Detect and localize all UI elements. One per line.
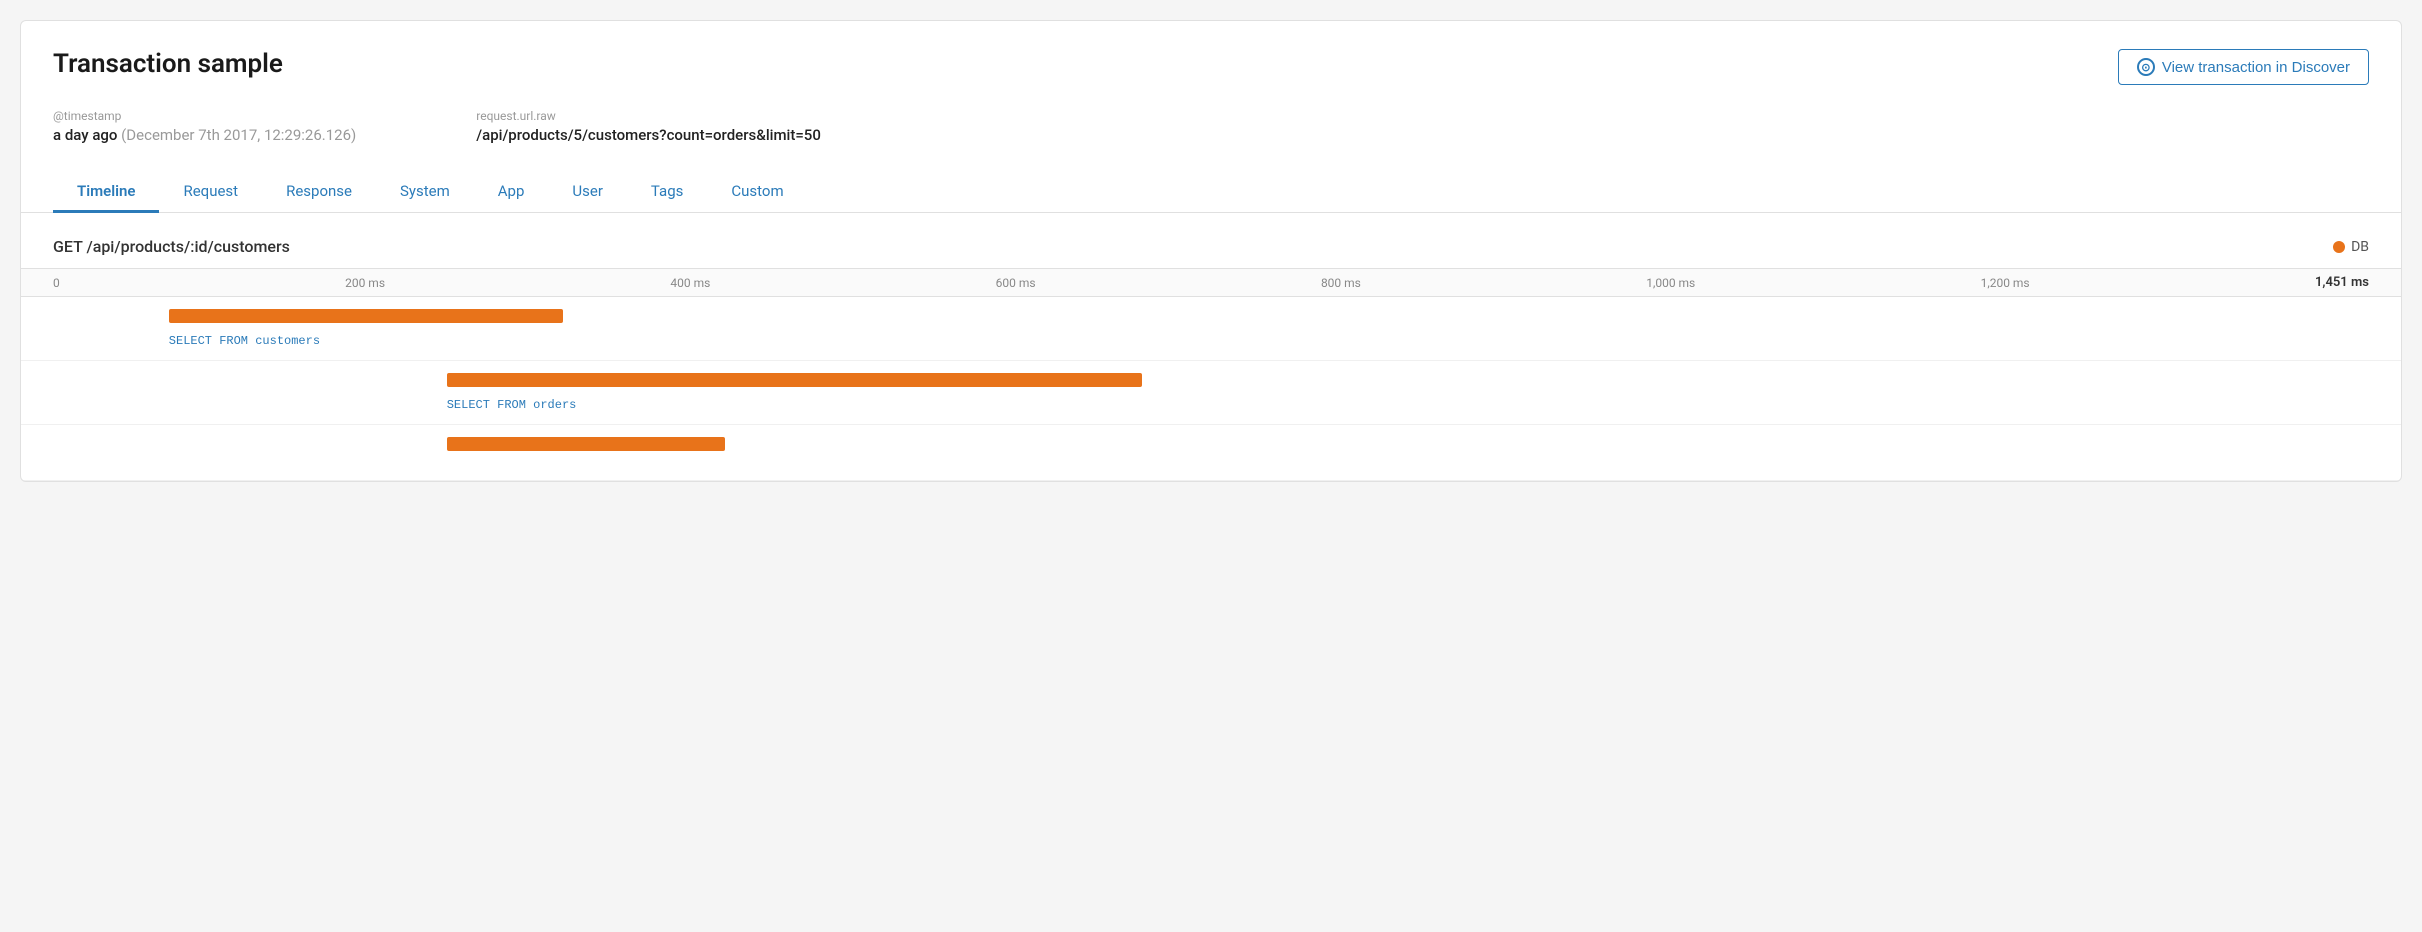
bar-container-1 [53,373,2369,387]
tab-timeline[interactable]: Timeline [53,172,159,213]
timestamp-value: a day ago (December 7th 2017, 12:29:26.1… [53,126,356,144]
timeline-section: GET /api/products/:id/customers DB 0 200 … [53,213,2369,481]
timeline-ruler: 0 200 ms 400 ms 600 ms 800 ms 1,000 ms 1,200 m… [21,268,2401,297]
timeline-rows: SELECT FROM customers SELECT FROM orders [21,297,2401,481]
discover-icon: ⊙ [2137,58,2155,76]
ruler-label-0: 0 [53,276,60,290]
ruler-label-3: 600 ms [996,276,1036,290]
ruler-label-2: 400 ms [670,276,710,290]
row-label-1: SELECT FROM orders [447,398,577,412]
page-title: Transaction sample [53,49,283,79]
timeline-bar-1 [447,373,1142,387]
timeline-bar-0 [169,309,563,323]
row-label-0: SELECT FROM customers [169,334,320,348]
tab-bar: TimelineRequestResponseSystemAppUserTags… [21,172,2401,213]
tab-app[interactable]: App [474,172,549,213]
timestamp-field: @timestamp a day ago (December 7th 2017,… [53,109,356,144]
view-in-discover-button[interactable]: ⊙ View transaction in Discover [2118,49,2369,85]
tab-request[interactable]: Request [159,172,262,213]
url-field: request.url.raw /api/products/5/customer… [476,109,821,144]
url-label: request.url.raw [476,109,821,123]
tab-response[interactable]: Response [262,172,376,213]
timeline-header: GET /api/products/:id/customers DB [53,237,2369,256]
db-label: DB [2351,239,2369,255]
ruler-label-6: 1,200 ms [1981,276,2030,290]
meta-row: @timestamp a day ago (December 7th 2017,… [53,109,2369,144]
discover-button-label: View transaction in Discover [2162,59,2350,76]
tab-system[interactable]: System [376,172,474,213]
db-badge: DB [2333,239,2369,255]
ruler-label-last: 1,451 ms [2315,275,2369,290]
url-value: /api/products/5/customers?count=orders&l… [476,126,821,144]
ruler-label-5: 1,000 ms [1646,276,1695,290]
bar-container-0 [53,309,2369,323]
tab-user[interactable]: User [548,172,627,213]
timeline-row: SELECT FROM customers [21,297,2401,361]
ruler-label-1: 200 ms [345,276,385,290]
timeline-grid: SELECT FROM customers SELECT FROM orders [53,297,2369,481]
ruler-label-4: 800 ms [1321,276,1361,290]
db-dot-icon [2333,241,2345,253]
transaction-sample-card: Transaction sample ⊙ View transaction in… [20,20,2402,482]
timestamp-label: @timestamp [53,109,356,123]
tab-tags[interactable]: Tags [627,172,707,213]
timeline-route: GET /api/products/:id/customers [53,237,290,256]
tab-custom[interactable]: Custom [707,172,807,213]
bar-container-2 [53,437,2369,451]
timeline-row [21,425,2401,481]
timeline-row: SELECT FROM orders [21,361,2401,425]
timeline-bar-2 [447,437,725,451]
card-header: Transaction sample ⊙ View transaction in… [53,49,2369,85]
